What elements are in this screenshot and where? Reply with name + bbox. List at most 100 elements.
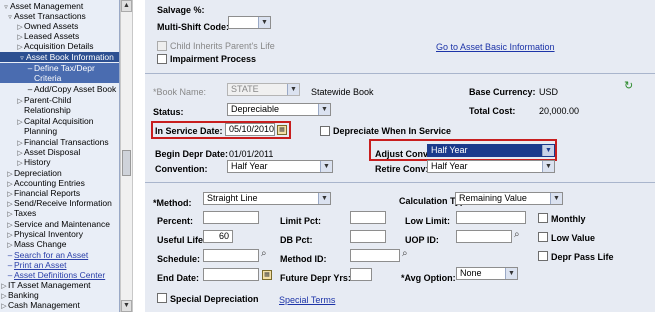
status-label: Status: bbox=[153, 107, 184, 117]
chevron-down-icon: ▼ bbox=[258, 17, 270, 28]
end-date-input[interactable] bbox=[203, 268, 259, 281]
calc-type-select[interactable]: Remaining Value ▼ bbox=[455, 192, 563, 205]
special-depreciation-label: Special Depreciation bbox=[170, 294, 259, 304]
depr-pass-life-checkbox[interactable] bbox=[538, 251, 548, 261]
status-select[interactable]: Depreciable ▼ bbox=[227, 103, 331, 116]
chevron-down-icon: ▼ bbox=[318, 193, 330, 204]
impairment-checkbox[interactable] bbox=[157, 54, 167, 64]
adjust-conv-select[interactable]: Half Year ▼ bbox=[427, 144, 555, 157]
nav-define-tax-depr-criteria-cont[interactable]: Criteria bbox=[0, 73, 119, 83]
scroll-down-arrow-icon[interactable]: ▼ bbox=[121, 300, 132, 312]
nav-label: Asset Definitions Center bbox=[14, 270, 106, 280]
nav-asset-management[interactable]: ▿ Asset Management bbox=[2, 1, 83, 11]
percent-input[interactable] bbox=[203, 211, 259, 224]
child-inherits-checkbox[interactable] bbox=[157, 41, 167, 51]
lookup-icon[interactable]: ⌕ bbox=[261, 248, 267, 260]
nav-financial-transactions[interactable]: ▷Financial Transactions bbox=[16, 137, 108, 147]
chevron-down-icon: ▼ bbox=[505, 268, 517, 279]
schedule-label: Schedule: bbox=[157, 254, 201, 264]
begin-depr-value: 01/01/2011 bbox=[229, 149, 274, 159]
nav-label: Physical Inventory bbox=[14, 229, 83, 239]
lookup-icon[interactable]: ⌕ bbox=[514, 229, 520, 241]
method-select[interactable]: Straight Line ▼ bbox=[203, 192, 331, 205]
special-depreciation-checkbox[interactable] bbox=[157, 293, 167, 303]
monthly-label: Monthly bbox=[551, 214, 586, 224]
nav-asset-disposal[interactable]: ▷Asset Disposal bbox=[16, 147, 80, 157]
nav-leased-assets[interactable]: ▷Leased Assets bbox=[16, 31, 79, 41]
nav-asset-definitions-center[interactable]: – Asset Definitions Center bbox=[6, 270, 105, 280]
in-service-date-input[interactable]: 05/10/2010 bbox=[225, 123, 275, 136]
nav-label: Asset Transactions bbox=[14, 11, 86, 21]
nav-accounting-entries[interactable]: ▷Accounting Entries bbox=[6, 178, 85, 188]
retire-conv-label: Retire Conv: bbox=[375, 164, 429, 174]
total-cost-value: 20,000.00 bbox=[539, 106, 580, 116]
nav-it-asset-management[interactable]: ▷IT Asset Management bbox=[0, 280, 90, 290]
percent-label: Percent: bbox=[157, 216, 194, 226]
retire-conv-select[interactable]: Half Year ▼ bbox=[427, 160, 555, 173]
useful-life-input[interactable]: 60 bbox=[203, 230, 233, 243]
chevron-down-icon: ▼ bbox=[320, 161, 332, 172]
avg-option-select[interactable]: None ▼ bbox=[456, 267, 518, 280]
book-name-select[interactable]: STATE ▼ bbox=[227, 83, 300, 96]
nav-capital-acquisition[interactable]: ▷Capital Acquisition bbox=[16, 116, 93, 126]
nav-financial-reports[interactable]: ▷Financial Reports bbox=[6, 188, 80, 198]
nav-define-tax-depr-criteria[interactable]: – Define Tax/Depr bbox=[0, 63, 119, 73]
nav-banking[interactable]: ▷Banking bbox=[0, 290, 38, 300]
depr-when-in-service-checkbox[interactable] bbox=[320, 126, 330, 136]
multi-shift-select[interactable]: ▼ bbox=[228, 16, 271, 29]
adjust-conv-value: Half Year bbox=[431, 145, 468, 155]
depr-pass-life-label: Depr Pass Life bbox=[551, 252, 614, 262]
nav-search-for-an-asset[interactable]: – Search for an Asset bbox=[6, 250, 88, 260]
nav-mass-change[interactable]: ▷Mass Change bbox=[6, 239, 66, 249]
nav-depreciation[interactable]: ▷Depreciation bbox=[6, 168, 61, 178]
schedule-input[interactable] bbox=[203, 249, 259, 262]
nav-taxes[interactable]: ▷Taxes bbox=[6, 208, 36, 218]
scroll-up-arrow-icon[interactable]: ▲ bbox=[121, 0, 132, 12]
avg-option-value: None bbox=[460, 268, 482, 278]
nav-print-an-asset[interactable]: – Print an Asset bbox=[6, 260, 67, 270]
nav-acquisition-details[interactable]: ▷Acquisition Details bbox=[16, 41, 93, 51]
db-pct-label: DB Pct: bbox=[280, 235, 313, 245]
in-service-label: In Service Date: bbox=[155, 126, 223, 136]
nav-add-copy-asset-book[interactable]: – Add/Copy Asset Book bbox=[26, 84, 116, 94]
convention-select[interactable]: Half Year ▼ bbox=[227, 160, 333, 173]
monthly-checkbox[interactable] bbox=[538, 213, 548, 223]
method-id-input[interactable] bbox=[350, 249, 400, 262]
nav-label: Taxes bbox=[14, 208, 37, 218]
method-value: Straight Line bbox=[207, 193, 258, 203]
calendar-icon[interactable]: ▦ bbox=[277, 125, 287, 135]
calc-type-value: Remaining Value bbox=[459, 193, 527, 203]
nav-cash-management[interactable]: ▷Cash Management bbox=[0, 300, 80, 310]
lookup-icon[interactable]: ⌕ bbox=[402, 248, 408, 260]
limit-pct-input[interactable] bbox=[350, 211, 386, 224]
chevron-down-icon: ▼ bbox=[318, 104, 330, 115]
nav-asset-book-information[interactable]: ▿ Asset Book Information bbox=[0, 52, 119, 62]
nav-service-and-maintenance[interactable]: ▷Service and Maintenance bbox=[6, 219, 110, 229]
nav-send-receive-information[interactable]: ▷Send/Receive Information bbox=[6, 198, 112, 208]
nav-asset-transactions[interactable]: ▿ Asset Transactions bbox=[6, 11, 86, 21]
scroll-thumb[interactable] bbox=[122, 150, 131, 176]
special-terms-link[interactable]: Special Terms bbox=[279, 295, 335, 305]
calendar-icon[interactable]: ▦ bbox=[262, 270, 272, 280]
nav-parent-child-cont[interactable]: Relationship bbox=[24, 105, 71, 115]
low-limit-input[interactable] bbox=[456, 211, 526, 224]
nav-capital-acquisition-cont[interactable]: Planning bbox=[24, 126, 57, 136]
chevron-down-icon: ▼ bbox=[550, 193, 562, 204]
base-currency-value: USD bbox=[539, 87, 559, 97]
nav-parent-child[interactable]: ▷Parent-Child bbox=[16, 95, 71, 105]
nav-scrollbar[interactable]: ▲ ▼ bbox=[120, 0, 133, 312]
future-depr-input[interactable] bbox=[350, 268, 372, 281]
low-value-checkbox[interactable] bbox=[538, 232, 548, 242]
nav-label: Mass Change bbox=[14, 239, 67, 249]
nav-history[interactable]: ▷History bbox=[16, 157, 50, 167]
nav-physical-inventory[interactable]: ▷Physical Inventory bbox=[6, 229, 83, 239]
goto-asset-basic-link[interactable]: Go to Asset Basic Information bbox=[436, 42, 555, 52]
useful-life-label: Useful Life: bbox=[157, 235, 207, 245]
nav-label: Add/Copy Asset Book bbox=[34, 84, 117, 94]
uop-id-input[interactable] bbox=[456, 230, 512, 243]
nav-owned-assets[interactable]: ▷Owned Assets bbox=[16, 21, 78, 31]
nav-label: Define Tax/Depr bbox=[34, 63, 95, 73]
nav-label: Search for an Asset bbox=[14, 250, 89, 260]
db-pct-input[interactable] bbox=[350, 230, 386, 243]
refresh-icon[interactable]: ↻ bbox=[624, 80, 633, 92]
